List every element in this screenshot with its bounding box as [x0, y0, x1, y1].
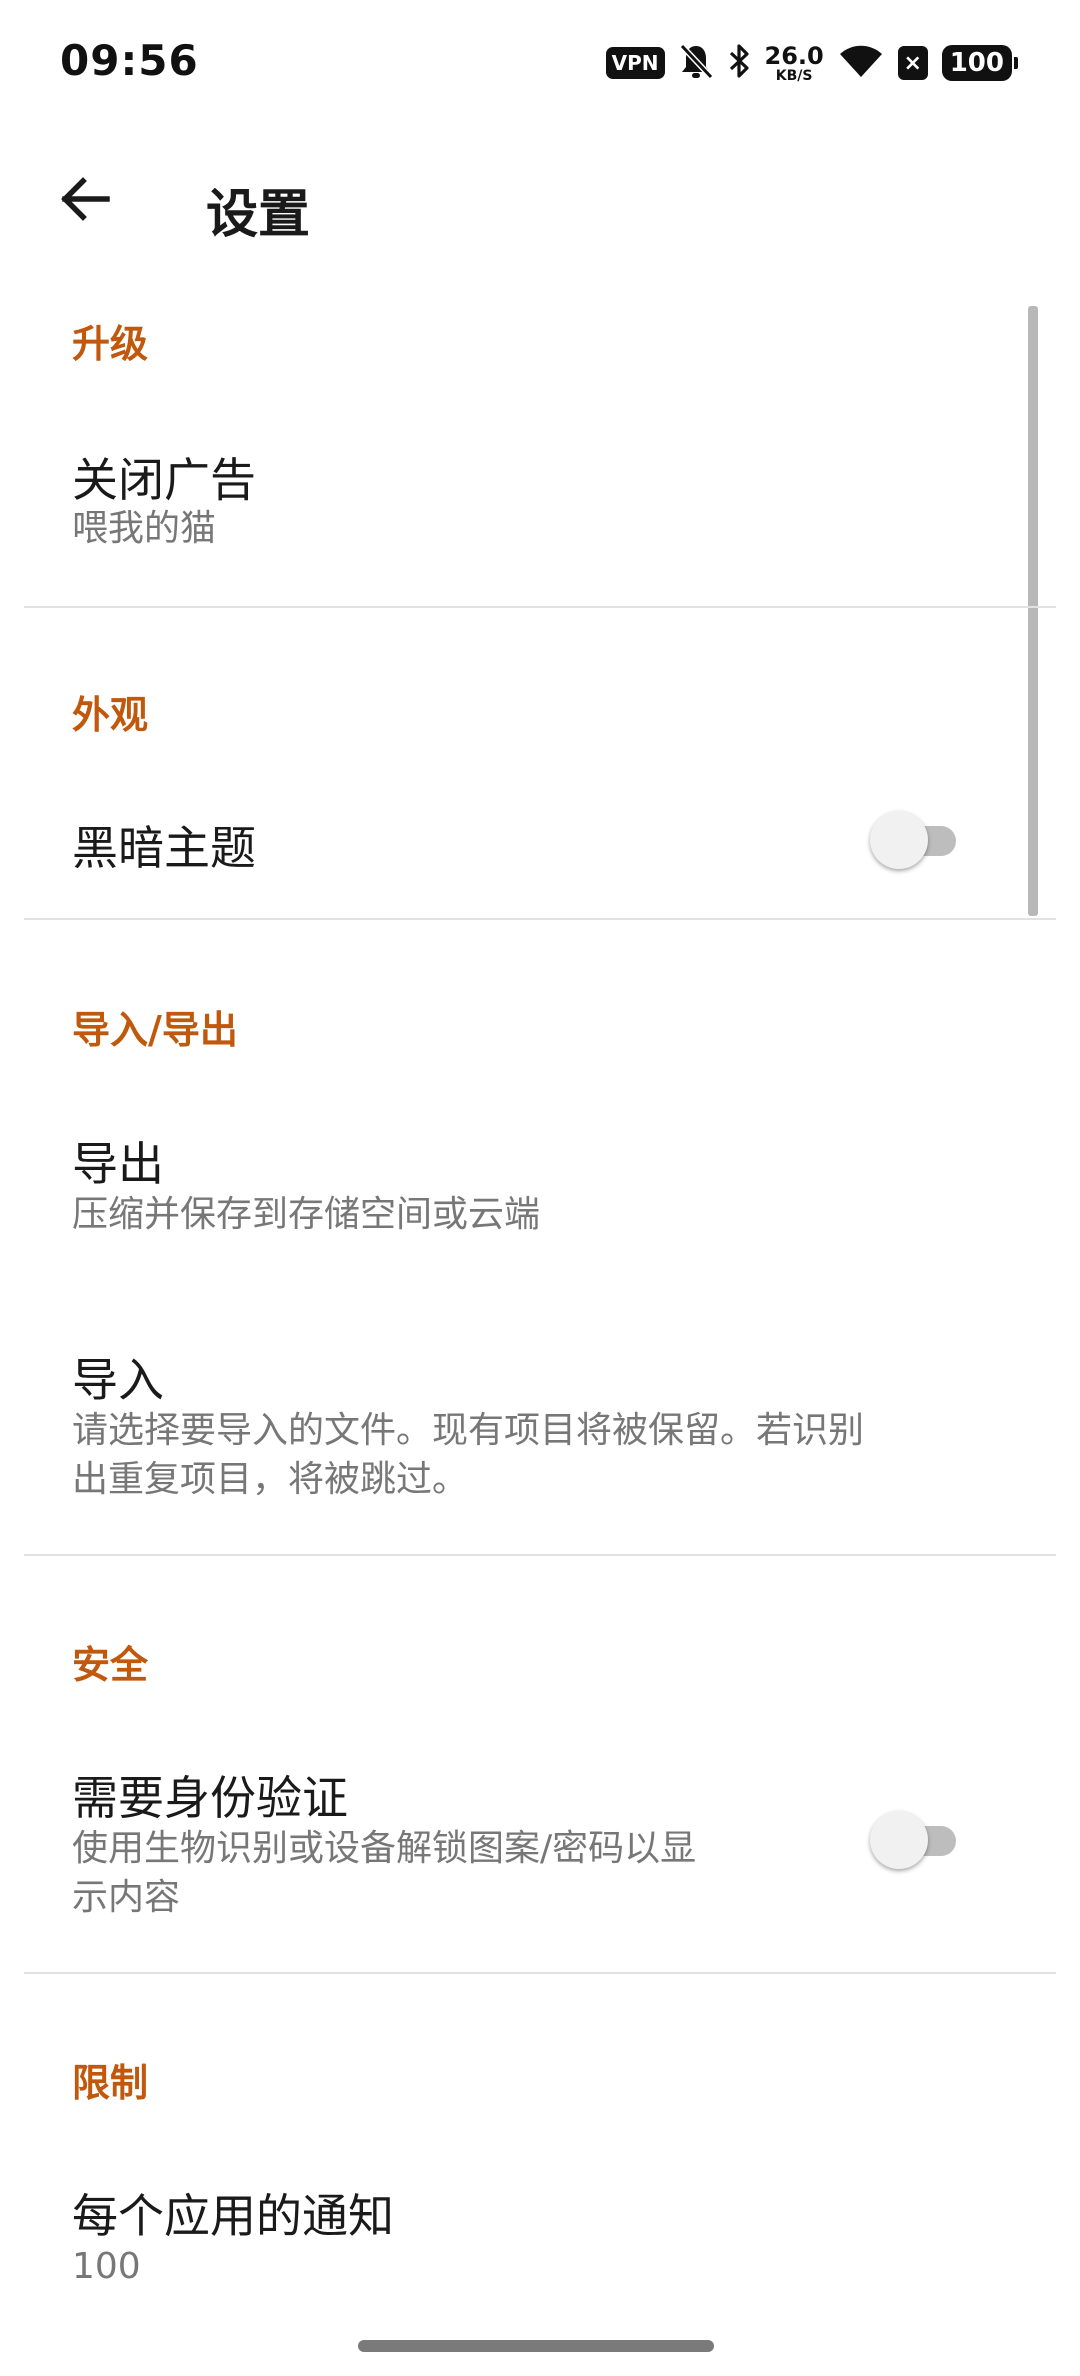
require-auth-summary-line1: 使用生物识别或设备解锁图案/密码以显 — [72, 1828, 697, 1869]
import-title: 导入 — [72, 1353, 164, 1407]
divider — [24, 1554, 1056, 1556]
dark-theme-toggle[interactable] — [870, 810, 970, 870]
arrow-left-icon — [57, 175, 113, 227]
section-header-security: 安全 — [72, 1643, 149, 1687]
status-bar: 09:56 VPN 26.0 KB/S × 100 — [0, 0, 1080, 126]
vpn-icon: VPN — [605, 47, 665, 79]
require-auth-title: 需要身份验证 — [72, 1771, 348, 1825]
back-button[interactable] — [50, 166, 120, 236]
export-title: 导出 — [72, 1137, 164, 1191]
per-app-notifications-title: 每个应用的通知 — [72, 2189, 394, 2243]
page-title: 设置 — [206, 185, 311, 245]
close-ads-summary: 喂我的猫 — [72, 508, 217, 549]
import-summary-line2: 出重复项目，将被跳过。 — [72, 1459, 469, 1500]
divider — [24, 606, 1056, 608]
bluetooth-icon — [727, 42, 751, 84]
require-auth-summary-line2: 示内容 — [72, 1877, 181, 1918]
section-header-limits: 限制 — [72, 2061, 149, 2105]
bell-off-icon — [679, 42, 713, 84]
dark-theme-title: 黑暗主题 — [72, 821, 256, 875]
toggle-thumb — [870, 811, 928, 869]
require-auth-toggle[interactable] — [870, 1810, 970, 1870]
divider — [24, 1972, 1056, 1974]
per-app-notifications-value: 100 — [72, 2246, 141, 2287]
section-header-appearance: 外观 — [72, 693, 149, 737]
x-badge-icon: × — [897, 46, 928, 80]
network-speed-unit: KB/S — [775, 67, 813, 84]
battery-icon: 100 — [941, 45, 1019, 81]
wifi-icon — [838, 43, 884, 83]
toggle-thumb — [870, 1811, 928, 1869]
status-icons: VPN 26.0 KB/S × 100 — [605, 40, 1019, 86]
status-time: 09:56 — [60, 36, 199, 85]
section-header-upgrade: 升级 — [72, 322, 149, 366]
network-speed: 26.0 KB/S — [765, 44, 824, 83]
divider — [24, 918, 1056, 920]
app-bar: 设置 — [0, 126, 1080, 286]
close-ads-title: 关闭广告 — [72, 453, 256, 507]
import-summary-line1: 请选择要导入的文件。现有项目将被保留。若识别 — [72, 1410, 865, 1451]
network-speed-value: 26.0 — [764, 41, 824, 70]
section-header-import-export: 导入/导出 — [72, 1008, 238, 1052]
export-summary: 压缩并保存到存储空间或云端 — [72, 1194, 541, 1235]
gesture-bar[interactable] — [358, 2340, 714, 2352]
